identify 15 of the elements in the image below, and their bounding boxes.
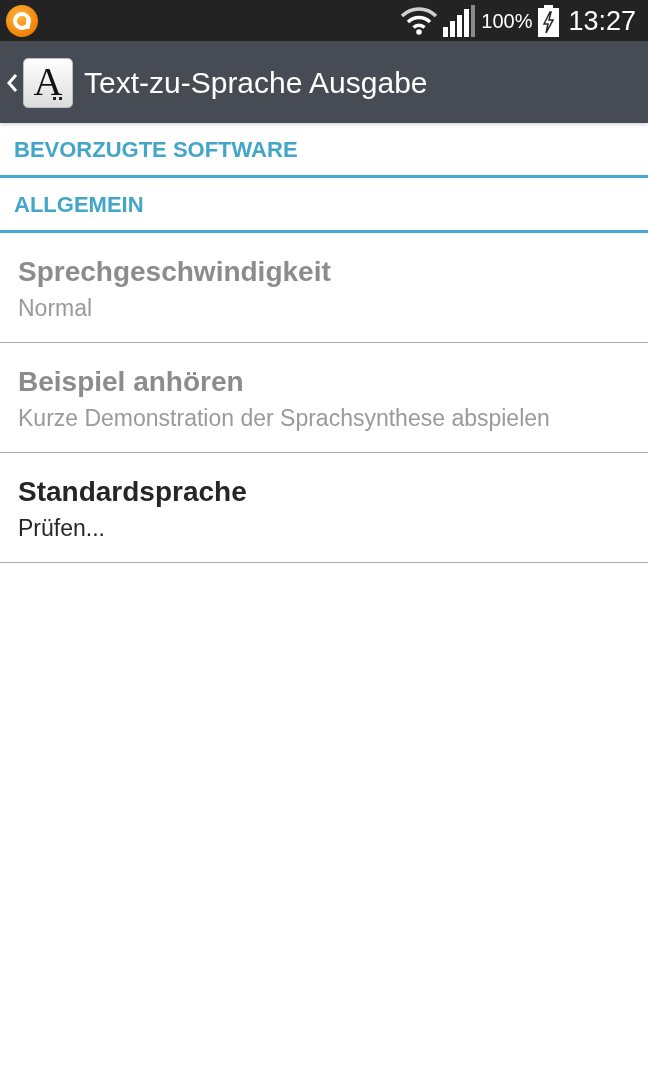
app-logo[interactable]: A xyxy=(23,57,73,108)
notification-icon xyxy=(6,4,38,37)
setting-summary: Prüfen... xyxy=(18,514,105,543)
setting-summary: Kurze Demonstration der Sprachsynthese abspielen xyxy=(18,404,550,433)
back-icon[interactable] xyxy=(6,72,18,93)
section-header: ALLGEMEIN xyxy=(14,191,144,218)
signal-icon xyxy=(443,4,476,37)
battery-percent: 100% xyxy=(481,8,533,33)
setting-summary: Normal xyxy=(18,294,93,323)
setting-title[interactable]: Standardsprache xyxy=(18,475,247,509)
wifi-icon xyxy=(401,6,438,35)
section-header: BEVORZUGTE SOFTWARE xyxy=(14,136,298,163)
battery-charging-icon xyxy=(538,4,560,37)
screen-title: Text-zu-Sprache Ausgabe xyxy=(84,64,428,101)
clock: 13:27 xyxy=(568,4,636,37)
